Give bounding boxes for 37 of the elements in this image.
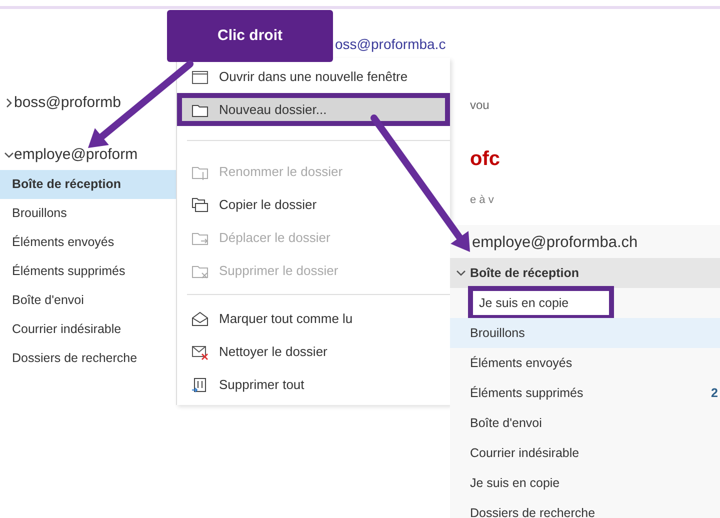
menu-item[interactable]: Nouveau dossier... [177, 93, 450, 126]
subject-text: ofc [470, 147, 500, 172]
preview-text: e à v [470, 193, 494, 208]
folder-item[interactable]: Dossiers de recherche [0, 344, 176, 373]
chevron-down-icon [4, 150, 14, 160]
preview-text: vou [470, 97, 490, 114]
callout-label: Clic droit [167, 10, 333, 62]
account-item[interactable]: boss@proformb [0, 92, 176, 114]
folder-item[interactable]: Courrier indésirable [0, 315, 176, 344]
folder-item[interactable]: Courrier indésirable [450, 438, 720, 468]
folder-item[interactable]: Éléments supprimés 2 [450, 378, 720, 408]
menu-item[interactable]: Supprimer tout [177, 368, 450, 401]
folder-item[interactable]: Je suis en copie [468, 286, 614, 320]
menu-item[interactable]: Copier le dossier [177, 188, 450, 221]
menu-item[interactable]: Nettoyer le dossier [177, 335, 450, 368]
sender-text: oss@proformba.c [335, 35, 446, 54]
folder-item[interactable]: Boîte d'envoi [450, 408, 720, 438]
folder-item[interactable]: Éléments envoyés [0, 228, 176, 257]
chevron-down-icon [456, 268, 466, 278]
chevron-right-icon [4, 98, 14, 108]
menu-item[interactable]: Ouvrir dans une nouvelle fenêtre [177, 60, 450, 93]
account-item[interactable]: employe@proform [0, 144, 176, 166]
folder-item[interactable]: Boîte d'envoi [0, 286, 176, 315]
folder-item[interactable]: Boîte de réception [450, 258, 720, 288]
folder-item[interactable]: Éléments envoyés [450, 348, 720, 378]
folder-item[interactable]: Boîte de réception [0, 170, 176, 199]
folder-item[interactable]: Dossiers de recherche [450, 498, 720, 518]
unread-count: 2 [711, 384, 718, 402]
envelope-open-icon [191, 310, 209, 328]
folder-item[interactable]: Brouillons [0, 199, 176, 228]
trash-icon [191, 376, 209, 394]
folder-item[interactable]: Je suis en copie [450, 468, 720, 498]
folder-item[interactable]: Brouillons [450, 318, 720, 348]
folder-item[interactable]: Éléments supprimés [0, 257, 176, 286]
menu-item[interactable]: Marquer tout comme lu [177, 302, 450, 335]
account-item[interactable]: employe@proformba.ch [450, 225, 720, 258]
folders-icon [191, 196, 209, 214]
